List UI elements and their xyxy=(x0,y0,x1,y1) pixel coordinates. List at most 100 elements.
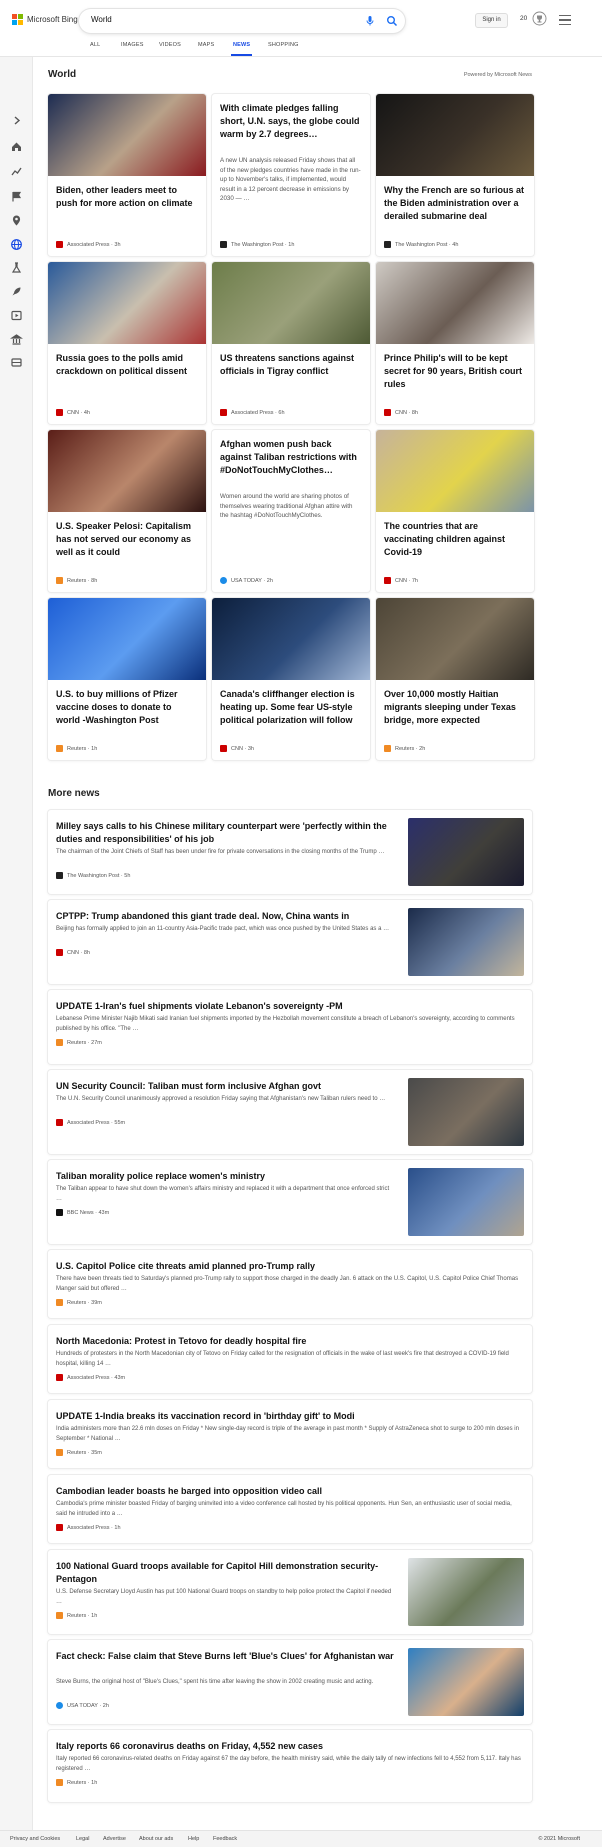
card-title[interactable]: With climate pledges falling short, U.N.… xyxy=(220,102,362,141)
news-card[interactable]: Why the French are so furious at the Bid… xyxy=(376,94,534,256)
card-title[interactable]: US threatens sanctions against officials… xyxy=(220,352,362,378)
card-image[interactable] xyxy=(376,598,534,680)
trending-icon[interactable] xyxy=(10,165,23,178)
card-title[interactable]: The countries that are vaccinating child… xyxy=(384,520,526,559)
news-item-title[interactable]: UN Security Council: Taliban must form i… xyxy=(56,1080,396,1093)
tab-images[interactable]: IMAGES xyxy=(121,42,144,48)
sign-in-button[interactable]: Sign in xyxy=(475,13,508,28)
news-list-item[interactable]: 100 National Guard troops available for … xyxy=(48,1550,532,1634)
news-list-item[interactable]: Italy reports 66 coronavirus deaths on F… xyxy=(48,1730,532,1802)
tab-videos[interactable]: VIDEOS xyxy=(159,42,181,48)
flag-icon[interactable] xyxy=(10,190,23,203)
card-title[interactable]: U.S. Speaker Pelosi: Capitalism has not … xyxy=(56,520,198,559)
news-item-snippet: Lebanese Prime Minister Najib Mikati sai… xyxy=(56,1016,515,1032)
news-list-item[interactable]: Cambodian leader boasts he barged into o… xyxy=(48,1475,532,1543)
news-card[interactable]: Over 10,000 mostly Haitian migrants slee… xyxy=(376,598,534,760)
footer-link-feedback[interactable]: Feedback xyxy=(213,1836,237,1842)
search-button[interactable] xyxy=(382,11,402,31)
news-card[interactable]: Biden, other leaders meet to push for mo… xyxy=(48,94,206,256)
news-list-item[interactable]: Milley says calls to his Chinese militar… xyxy=(48,810,532,894)
news-item-title[interactable]: U.S. Capitol Police cite threats amid pl… xyxy=(56,1260,522,1273)
microphone-icon[interactable] xyxy=(364,15,376,27)
location-icon[interactable] xyxy=(10,214,23,227)
money-icon[interactable] xyxy=(10,333,23,346)
tab-all[interactable]: ALL xyxy=(90,42,100,48)
card-title[interactable]: Biden, other leaders meet to push for mo… xyxy=(56,184,198,210)
news-item-title[interactable]: Milley says calls to his Chinese militar… xyxy=(56,820,396,846)
card-title[interactable]: Afghan women push back against Taliban r… xyxy=(220,438,362,477)
card-image[interactable] xyxy=(212,598,370,680)
footer-link-about-our-ads[interactable]: About our ads xyxy=(139,1836,173,1842)
news-item-image[interactable] xyxy=(408,1168,524,1236)
globe-icon[interactable] xyxy=(10,238,23,251)
footer-link-legal[interactable]: Legal xyxy=(76,1836,89,1842)
news-list-item[interactable]: UPDATE 1-India breaks its vaccination re… xyxy=(48,1400,532,1468)
footer-link-help[interactable]: Help xyxy=(188,1836,199,1842)
news-item-image[interactable] xyxy=(408,1078,524,1146)
card-image[interactable] xyxy=(376,262,534,344)
news-item-image[interactable] xyxy=(408,818,524,886)
news-item-title[interactable]: UPDATE 1-India breaks its vaccination re… xyxy=(56,1410,522,1423)
card-image[interactable] xyxy=(48,262,206,344)
news-card[interactable]: U.S. Speaker Pelosi: Capitalism has not … xyxy=(48,430,206,592)
card-title[interactable]: Prince Philip's will to be kept secret f… xyxy=(384,352,526,391)
sports-icon[interactable] xyxy=(10,356,23,369)
news-list-item[interactable]: North Macedonia: Protest in Tetovo for d… xyxy=(48,1325,532,1393)
news-item-title[interactable]: Cambodian leader boasts he barged into o… xyxy=(56,1485,522,1498)
chevron-right-icon[interactable] xyxy=(10,114,23,127)
card-image[interactable] xyxy=(212,262,370,344)
bing-logo[interactable]: Microsoft Bing xyxy=(12,14,78,25)
news-item-image[interactable] xyxy=(408,1558,524,1626)
news-item-title[interactable]: UPDATE 1-Iran's fuel shipments violate L… xyxy=(56,1000,522,1013)
card-title[interactable]: Canada's cliffhanger election is heating… xyxy=(220,688,362,727)
source-name: Reuters xyxy=(67,1299,87,1306)
card-image[interactable] xyxy=(376,94,534,176)
card-image[interactable] xyxy=(48,598,206,680)
news-list-item[interactable]: CPTPP: Trump abandoned this giant trade … xyxy=(48,900,532,984)
source-time: 7h xyxy=(411,577,418,584)
footer-link-privacy-and-cookies[interactable]: Privacy and Cookies xyxy=(10,1836,60,1842)
footer-link-advertise[interactable]: Advertise xyxy=(103,1836,126,1842)
home-icon[interactable] xyxy=(10,140,23,153)
card-title[interactable]: Why the French are so furious at the Bid… xyxy=(384,184,526,223)
news-item-title[interactable]: Fact check: False claim that Steve Burns… xyxy=(56,1650,396,1663)
news-item-title[interactable]: 100 National Guard troops available for … xyxy=(56,1560,396,1586)
menu-hamburger-icon[interactable] xyxy=(559,15,571,25)
card-title[interactable]: Over 10,000 mostly Haitian migrants slee… xyxy=(384,688,526,727)
search-input[interactable]: World xyxy=(91,15,112,24)
tab-shopping[interactable]: SHOPPING xyxy=(268,42,299,48)
news-item-source-logo-icon xyxy=(56,1702,63,1709)
news-list-item[interactable]: Taliban morality police replace women's … xyxy=(48,1160,532,1244)
news-list-item[interactable]: Fact check: False claim that Steve Burns… xyxy=(48,1640,532,1724)
news-card[interactable]: U.S. to buy millions of Pfizer vaccine d… xyxy=(48,598,206,760)
card-image[interactable] xyxy=(48,94,206,176)
tab-news[interactable]: NEWS xyxy=(233,42,250,48)
card-image[interactable] xyxy=(48,430,206,512)
news-item-title[interactable]: North Macedonia: Protest in Tetovo for d… xyxy=(56,1335,522,1348)
news-list-item[interactable]: U.S. Capitol Police cite threats amid pl… xyxy=(48,1250,532,1318)
rocket-icon[interactable] xyxy=(10,285,23,298)
news-card[interactable]: With climate pledges falling short, U.N.… xyxy=(212,94,370,256)
news-item-title[interactable]: Taliban morality police replace women's … xyxy=(56,1170,396,1183)
news-list-item[interactable]: UN Security Council: Taliban must form i… xyxy=(48,1070,532,1154)
news-card[interactable]: Canada's cliffhanger election is heating… xyxy=(212,598,370,760)
entertainment-icon[interactable] xyxy=(10,309,23,322)
rewards-points[interactable]: 20 xyxy=(520,15,527,22)
card-title[interactable]: Russia goes to the polls amid crackdown … xyxy=(56,352,198,378)
news-item-image[interactable] xyxy=(408,1648,524,1716)
science-icon[interactable] xyxy=(10,261,23,274)
card-title[interactable]: U.S. to buy millions of Pfizer vaccine d… xyxy=(56,688,198,727)
news-card[interactable]: US threatens sanctions against officials… xyxy=(212,262,370,424)
news-list-item[interactable]: UPDATE 1-Iran's fuel shipments violate L… xyxy=(48,990,532,1064)
rewards-trophy-icon[interactable] xyxy=(532,11,547,26)
news-card[interactable]: Afghan women push back against Taliban r… xyxy=(212,430,370,592)
tab-maps[interactable]: MAPS xyxy=(198,42,214,48)
news-card[interactable]: Prince Philip's will to be kept secret f… xyxy=(376,262,534,424)
news-item-title[interactable]: Italy reports 66 coronavirus deaths on F… xyxy=(56,1740,522,1753)
search-box[interactable]: World xyxy=(79,9,405,33)
news-item-title[interactable]: CPTPP: Trump abandoned this giant trade … xyxy=(56,910,396,923)
news-card[interactable]: Russia goes to the polls amid crackdown … xyxy=(48,262,206,424)
news-item-image[interactable] xyxy=(408,908,524,976)
news-card[interactable]: The countries that are vaccinating child… xyxy=(376,430,534,592)
card-image[interactable] xyxy=(376,430,534,512)
